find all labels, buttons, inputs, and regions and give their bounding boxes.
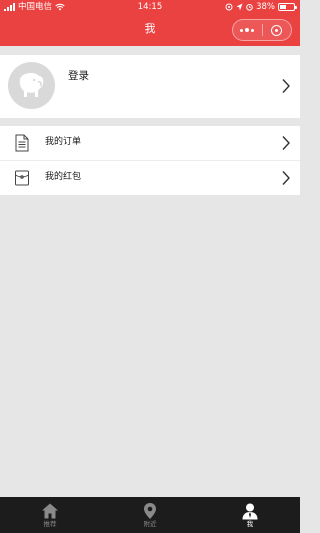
home-icon: [42, 503, 58, 519]
close-program-button[interactable]: [262, 20, 291, 40]
location-pin-icon: [144, 503, 156, 519]
chevron-right-icon: [282, 79, 290, 93]
header: 中国电信 14:15 38% 我: [0, 0, 300, 46]
menu-list: 我的订单 我的红包: [0, 126, 300, 195]
elephant-avatar-icon: [19, 73, 44, 97]
document-icon: [15, 134, 29, 152]
person-icon: [242, 503, 258, 520]
tab-label: 附近: [143, 520, 157, 528]
lock-rotation-icon: [225, 3, 233, 11]
battery-icon: [278, 3, 297, 11]
mini-program-capsule: [232, 19, 292, 41]
tab-recommend[interactable]: 推荐: [0, 497, 100, 533]
battery-percent: 38%: [256, 2, 275, 12]
status-bar: 中国电信 14:15 38%: [0, 0, 300, 14]
battery-fill: [280, 5, 286, 9]
chevron-right-icon: [282, 171, 290, 185]
more-dots-icon: [240, 28, 255, 32]
profile-card[interactable]: 登录: [0, 55, 300, 118]
tab-label: 推荐: [43, 520, 57, 528]
login-label[interactable]: 登录: [68, 69, 89, 83]
more-button[interactable]: [233, 20, 262, 40]
avatar: [8, 62, 55, 109]
tab-nearby[interactable]: 附近: [100, 497, 200, 533]
location-arrow-icon: [236, 3, 243, 11]
menu-item-red-packets[interactable]: 我的红包: [0, 161, 300, 195]
menu-item-orders[interactable]: 我的订单: [0, 126, 300, 160]
tab-label: 我: [246, 520, 254, 528]
menu-item-label: 我的红包: [45, 172, 82, 182]
menu-item-label: 我的订单: [45, 137, 82, 147]
status-right: 38%: [225, 0, 297, 14]
alarm-icon: [246, 4, 253, 11]
red-packet-icon: [15, 170, 29, 186]
tab-bar: 推荐 附近 我: [0, 497, 300, 533]
tab-me[interactable]: 我: [200, 497, 300, 533]
close-target-icon: [271, 24, 283, 36]
chevron-right-icon: [282, 136, 290, 150]
